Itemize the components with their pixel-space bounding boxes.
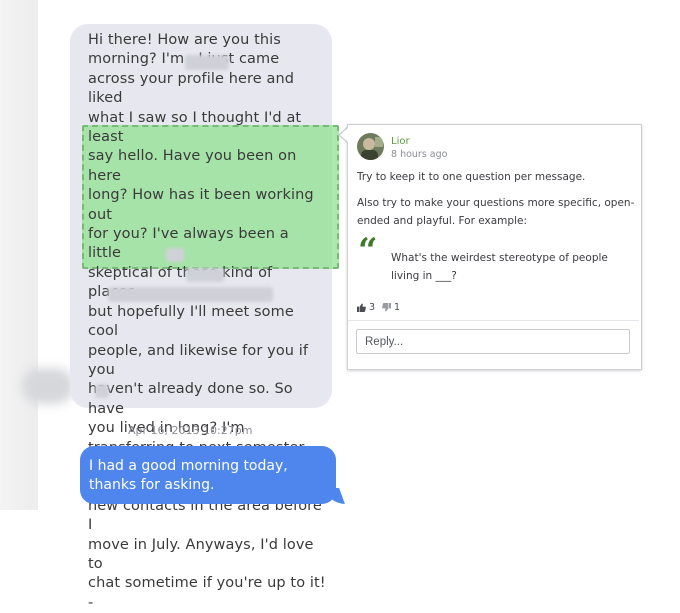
comment-paragraph-2-line-2: ended and playful. For example: xyxy=(357,215,527,227)
redacted-signature xyxy=(95,384,109,398)
redacted-name xyxy=(185,55,229,70)
comment-author[interactable]: Lior xyxy=(391,136,410,147)
comment-paragraph-2-line-1: Also try to make your questions more spe… xyxy=(357,197,635,209)
chat-screen: Hi there! How are you this morning? I'm … xyxy=(0,0,680,611)
vote-bar: 3 1 xyxy=(357,302,400,313)
downvote-count: 1 xyxy=(394,302,401,313)
outgoing-message-text: I had a good morning today, thanks for a… xyxy=(89,458,288,493)
message-timestamp: Apr 16, 2013 10:27pm xyxy=(128,424,253,437)
popover-arrow-fill xyxy=(340,127,349,143)
comment-paragraph-1: Try to keep it to one question per messa… xyxy=(357,171,586,183)
redacted-school xyxy=(186,268,224,282)
incoming-message-text: Hi there! How are you this morning? I'm … xyxy=(88,32,326,611)
reply-input[interactable] xyxy=(356,329,630,354)
sidebar-strip xyxy=(0,0,38,510)
commenter-avatar[interactable] xyxy=(357,133,384,160)
thumbs-down-icon[interactable] xyxy=(382,303,392,312)
popover-divider xyxy=(348,320,639,321)
redacted-place xyxy=(166,248,184,262)
comment-time: 8 hours ago xyxy=(391,149,448,160)
avatar-photo-icon xyxy=(357,133,384,160)
thumbs-up-icon[interactable] xyxy=(357,303,366,312)
quote-icon: “ xyxy=(358,231,378,271)
redacted-program xyxy=(108,287,273,302)
sender-avatar xyxy=(22,368,74,404)
comment-quote: What's the weirdest stereotype of people… xyxy=(391,252,608,282)
upvote-count: 3 xyxy=(369,302,376,313)
